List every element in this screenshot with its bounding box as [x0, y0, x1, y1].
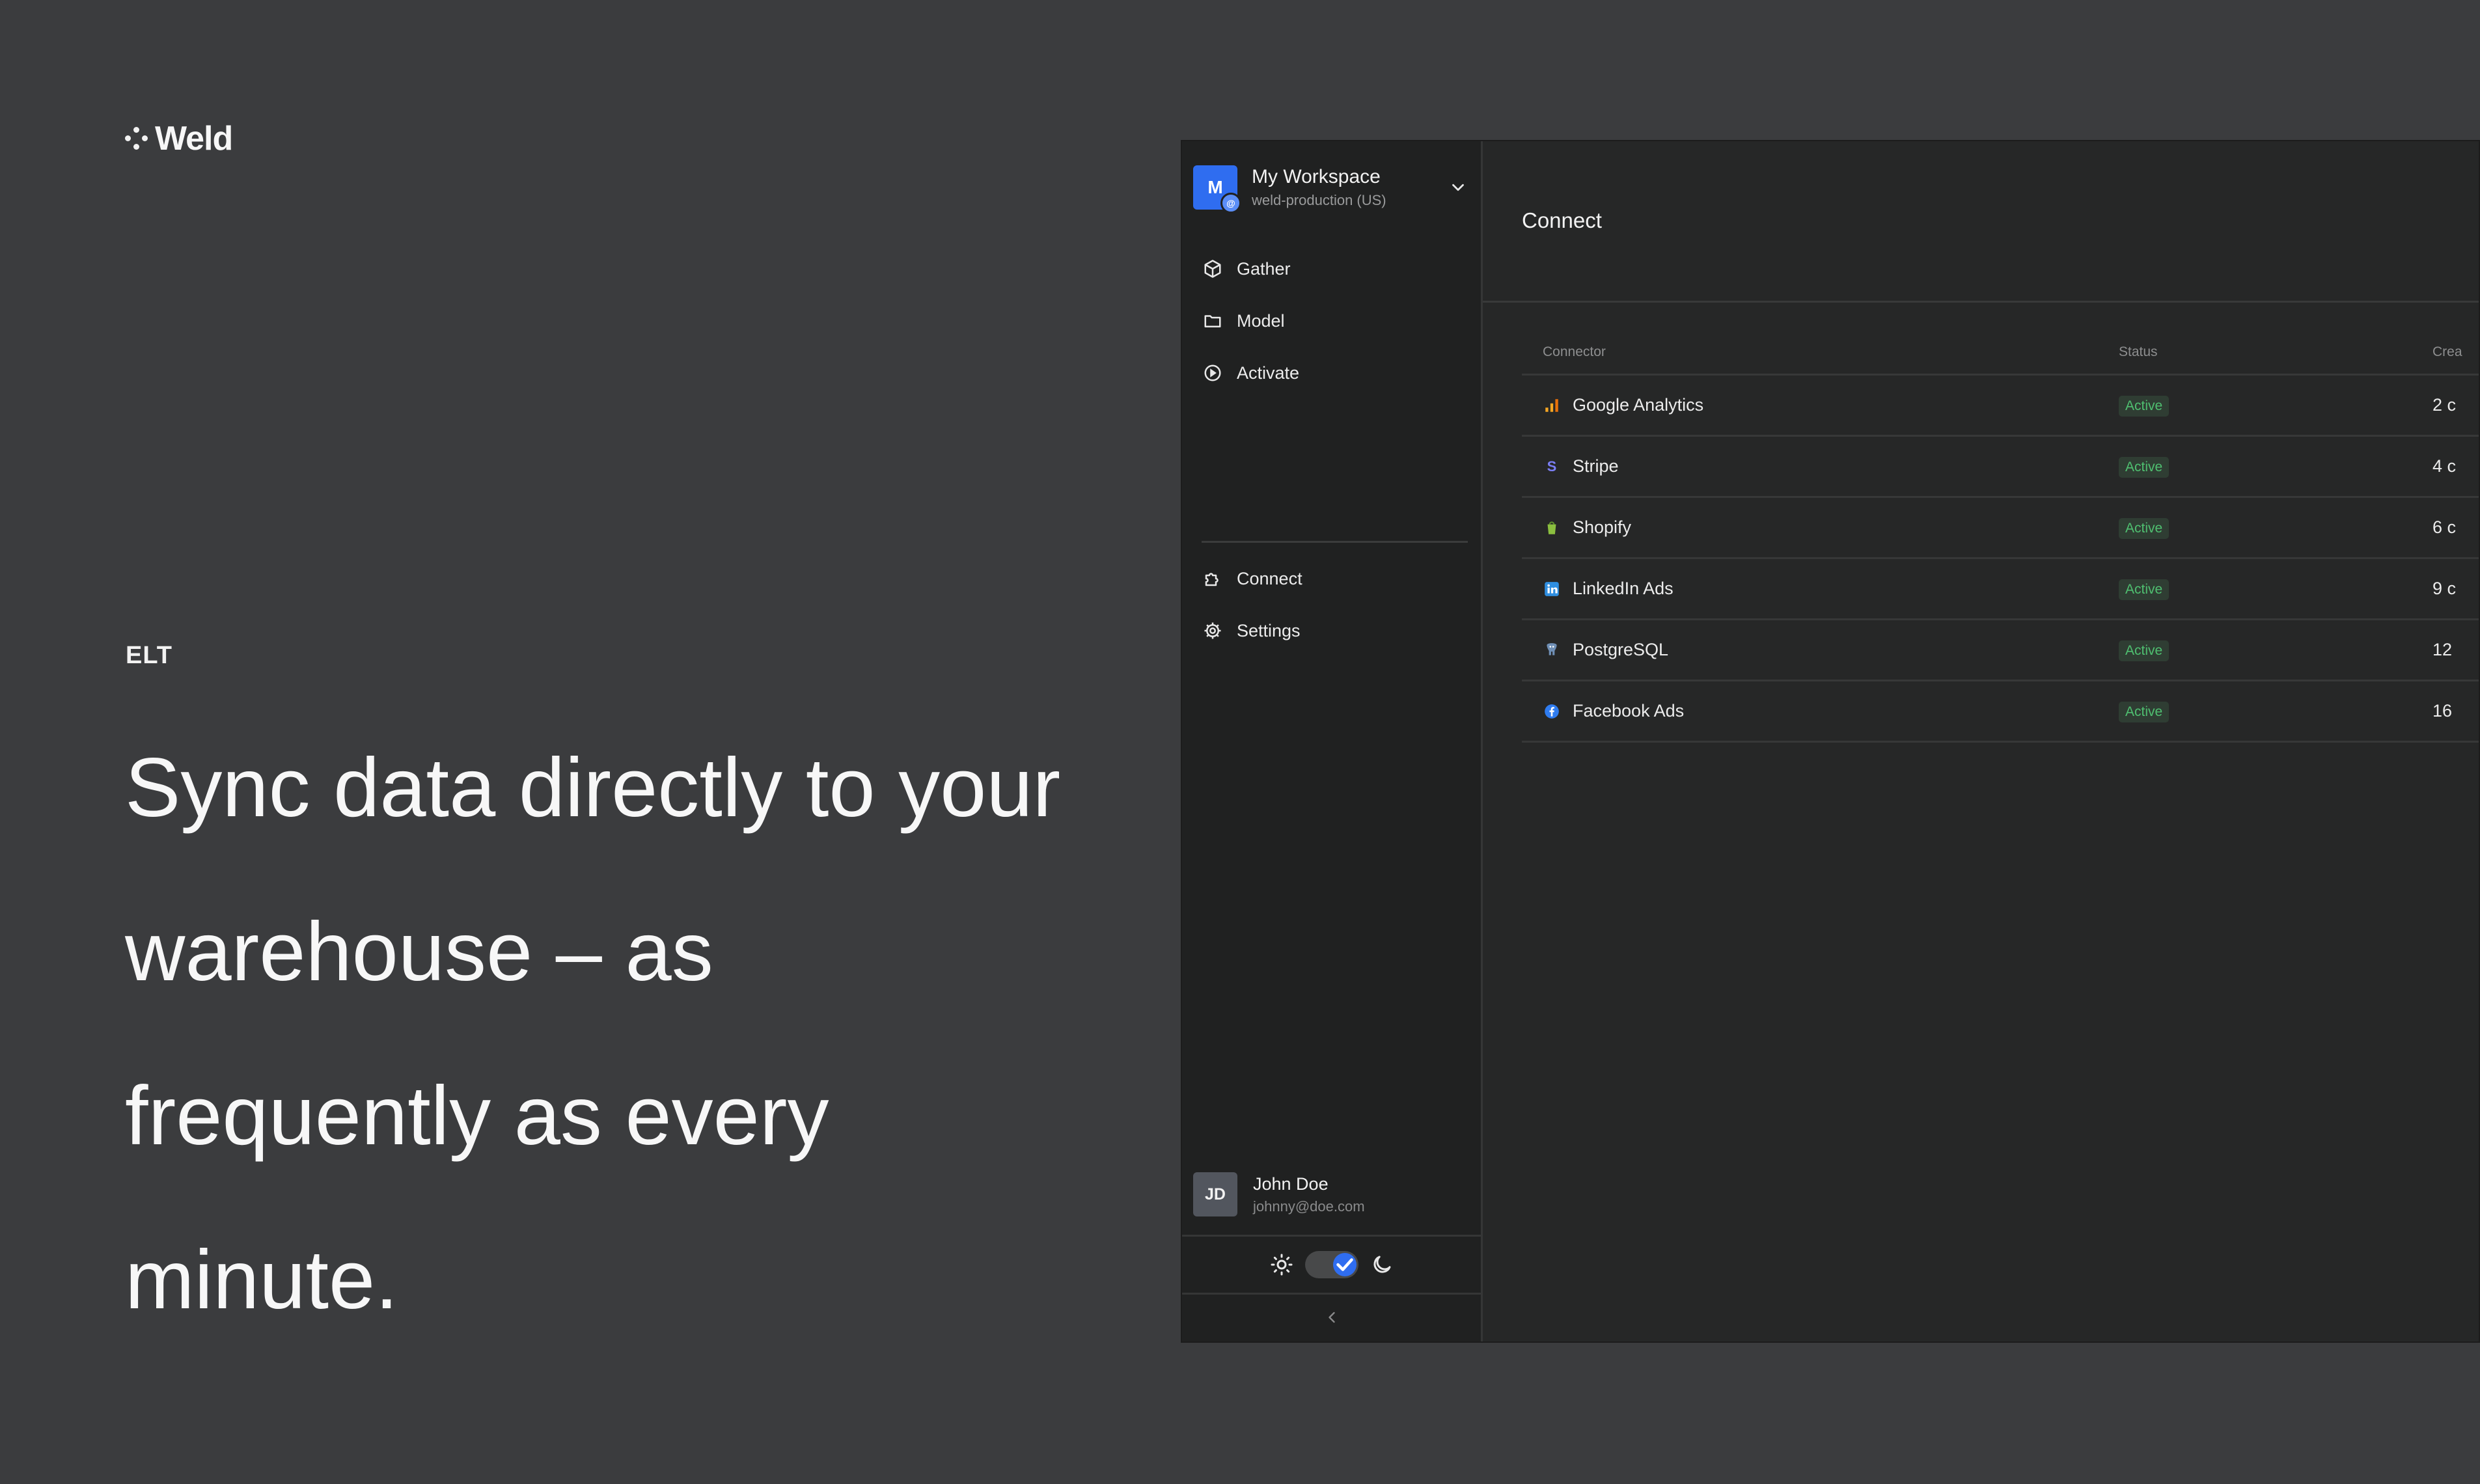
- chevron-down-icon[interactable]: [1448, 178, 1468, 197]
- workspace-switcher[interactable]: M @ My Workspace weld-production (US): [1193, 163, 1468, 213]
- gear-icon: [1204, 622, 1221, 639]
- collapse-sidebar-button[interactable]: [1182, 1295, 1481, 1340]
- nav-label: Connect: [1237, 568, 1302, 588]
- nav-item-gather[interactable]: Gather: [1194, 243, 1468, 295]
- google-analytics-icon: [1543, 396, 1561, 415]
- nav-item-settings[interactable]: Settings: [1194, 605, 1468, 657]
- brand-logo: Weld: [125, 119, 233, 158]
- created-cell: 4 c: [2432, 456, 2457, 476]
- table-row[interactable]: S Stripe Active 4 c: [1522, 437, 2479, 498]
- created-cell: 6 c: [2432, 517, 2457, 537]
- shopify-icon: [1543, 519, 1561, 537]
- sun-icon[interactable]: [1270, 1253, 1293, 1276]
- connector-name: Facebook Ads: [1573, 701, 1685, 721]
- status-badge: Active: [2119, 640, 2170, 661]
- main-header: Connect: [1483, 141, 2479, 303]
- section-eyebrow: ELT: [126, 642, 172, 669]
- table-row[interactable]: Google Analytics Active 2 c: [1522, 376, 2479, 437]
- nav-divider: [1202, 541, 1468, 543]
- user-name: John Doe: [1253, 1174, 1329, 1194]
- puzzle-icon: [1205, 573, 1219, 586]
- workspace-name: My Workspace: [1252, 166, 1381, 187]
- table-row[interactable]: LinkedIn Ads Active 9 c: [1522, 559, 2479, 620]
- cube-icon: [1204, 260, 1221, 278]
- table-row[interactable]: PostgreSQL Active 12: [1522, 620, 2479, 681]
- created-cell: 16: [2432, 701, 2453, 721]
- user-email: johnny@doe.com: [1253, 1198, 1365, 1215]
- facebook-icon: [1543, 702, 1561, 721]
- table-row[interactable]: Facebook Ads Active 16: [1522, 681, 2479, 743]
- moon-icon[interactable]: [1370, 1253, 1394, 1276]
- status-badge: Active: [2119, 701, 2170, 722]
- workspace-sub-badge: @: [1220, 193, 1241, 213]
- check-icon: [1332, 1253, 1357, 1276]
- column-header-status[interactable]: Status: [2119, 344, 2432, 360]
- linkedin-icon: [1543, 580, 1561, 598]
- primary-nav: Gather Model Activate: [1194, 243, 1468, 399]
- status-badge: Active: [2119, 517, 2170, 539]
- connector-name: Shopify: [1573, 517, 1632, 537]
- avatar: JD: [1193, 1172, 1237, 1216]
- main-content: Connect Connector Status Crea Google Ana…: [1483, 141, 2479, 1341]
- created-cell: 9 c: [2432, 579, 2457, 598]
- workspace-initial: M: [1207, 177, 1223, 197]
- nav-item-connect[interactable]: Connect: [1194, 553, 1468, 605]
- play-circle-icon: [1204, 364, 1221, 381]
- connector-name: PostgreSQL: [1573, 640, 1669, 659]
- theme-toggle[interactable]: [1304, 1251, 1358, 1278]
- column-header-created[interactable]: Crea: [2432, 344, 2479, 360]
- page-title: Connect: [1522, 208, 1602, 232]
- nav-label: Model: [1237, 310, 1285, 331]
- nav-label: Activate: [1237, 363, 1300, 383]
- status-badge: Active: [2119, 395, 2170, 417]
- connectors-table: Connector Status Crea Google Analytics A…: [1522, 330, 2479, 743]
- brand-name: Weld: [155, 120, 233, 158]
- nav-item-activate[interactable]: Activate: [1194, 347, 1468, 399]
- connector-name: Stripe: [1573, 456, 1619, 476]
- workspace-environment: weld-production (US): [1252, 192, 1386, 208]
- user-profile[interactable]: JD John Doe johnny@doe.com: [1193, 1172, 1365, 1216]
- connector-name: LinkedIn Ads: [1573, 579, 1674, 598]
- connector-name: Google Analytics: [1573, 395, 1704, 415]
- column-header-connector[interactable]: Connector: [1522, 344, 2119, 360]
- app-window: M @ My Workspace weld-production (US) Ga…: [1181, 140, 2480, 1343]
- folder-icon: [1204, 315, 1221, 327]
- workspace-avatar: M @: [1193, 165, 1241, 213]
- status-badge: Active: [2119, 579, 2170, 600]
- created-cell: 2 c: [2432, 395, 2457, 415]
- table-header: Connector Status Crea: [1522, 330, 2479, 376]
- chevron-left-icon: [1328, 1312, 1335, 1323]
- sidebar: M @ My Workspace weld-production (US) Ga…: [1182, 141, 1483, 1341]
- secondary-nav: Connect Settings: [1194, 553, 1468, 657]
- nav-label: Gather: [1237, 258, 1291, 279]
- table-row[interactable]: Shopify Active 6 c: [1522, 498, 2479, 559]
- hero-headline: Sync data directly to your warehouse – a…: [125, 741, 1061, 1326]
- postgresql-icon: [1543, 641, 1561, 659]
- created-cell: 12: [2432, 640, 2453, 659]
- status-badge: Active: [2119, 456, 2170, 478]
- nav-item-model[interactable]: Model: [1194, 295, 1468, 347]
- nav-label: Settings: [1237, 620, 1301, 640]
- theme-switcher: [1182, 1235, 1481, 1295]
- weld-logo-icon: [125, 127, 148, 150]
- stripe-icon: S: [1547, 458, 1557, 474]
